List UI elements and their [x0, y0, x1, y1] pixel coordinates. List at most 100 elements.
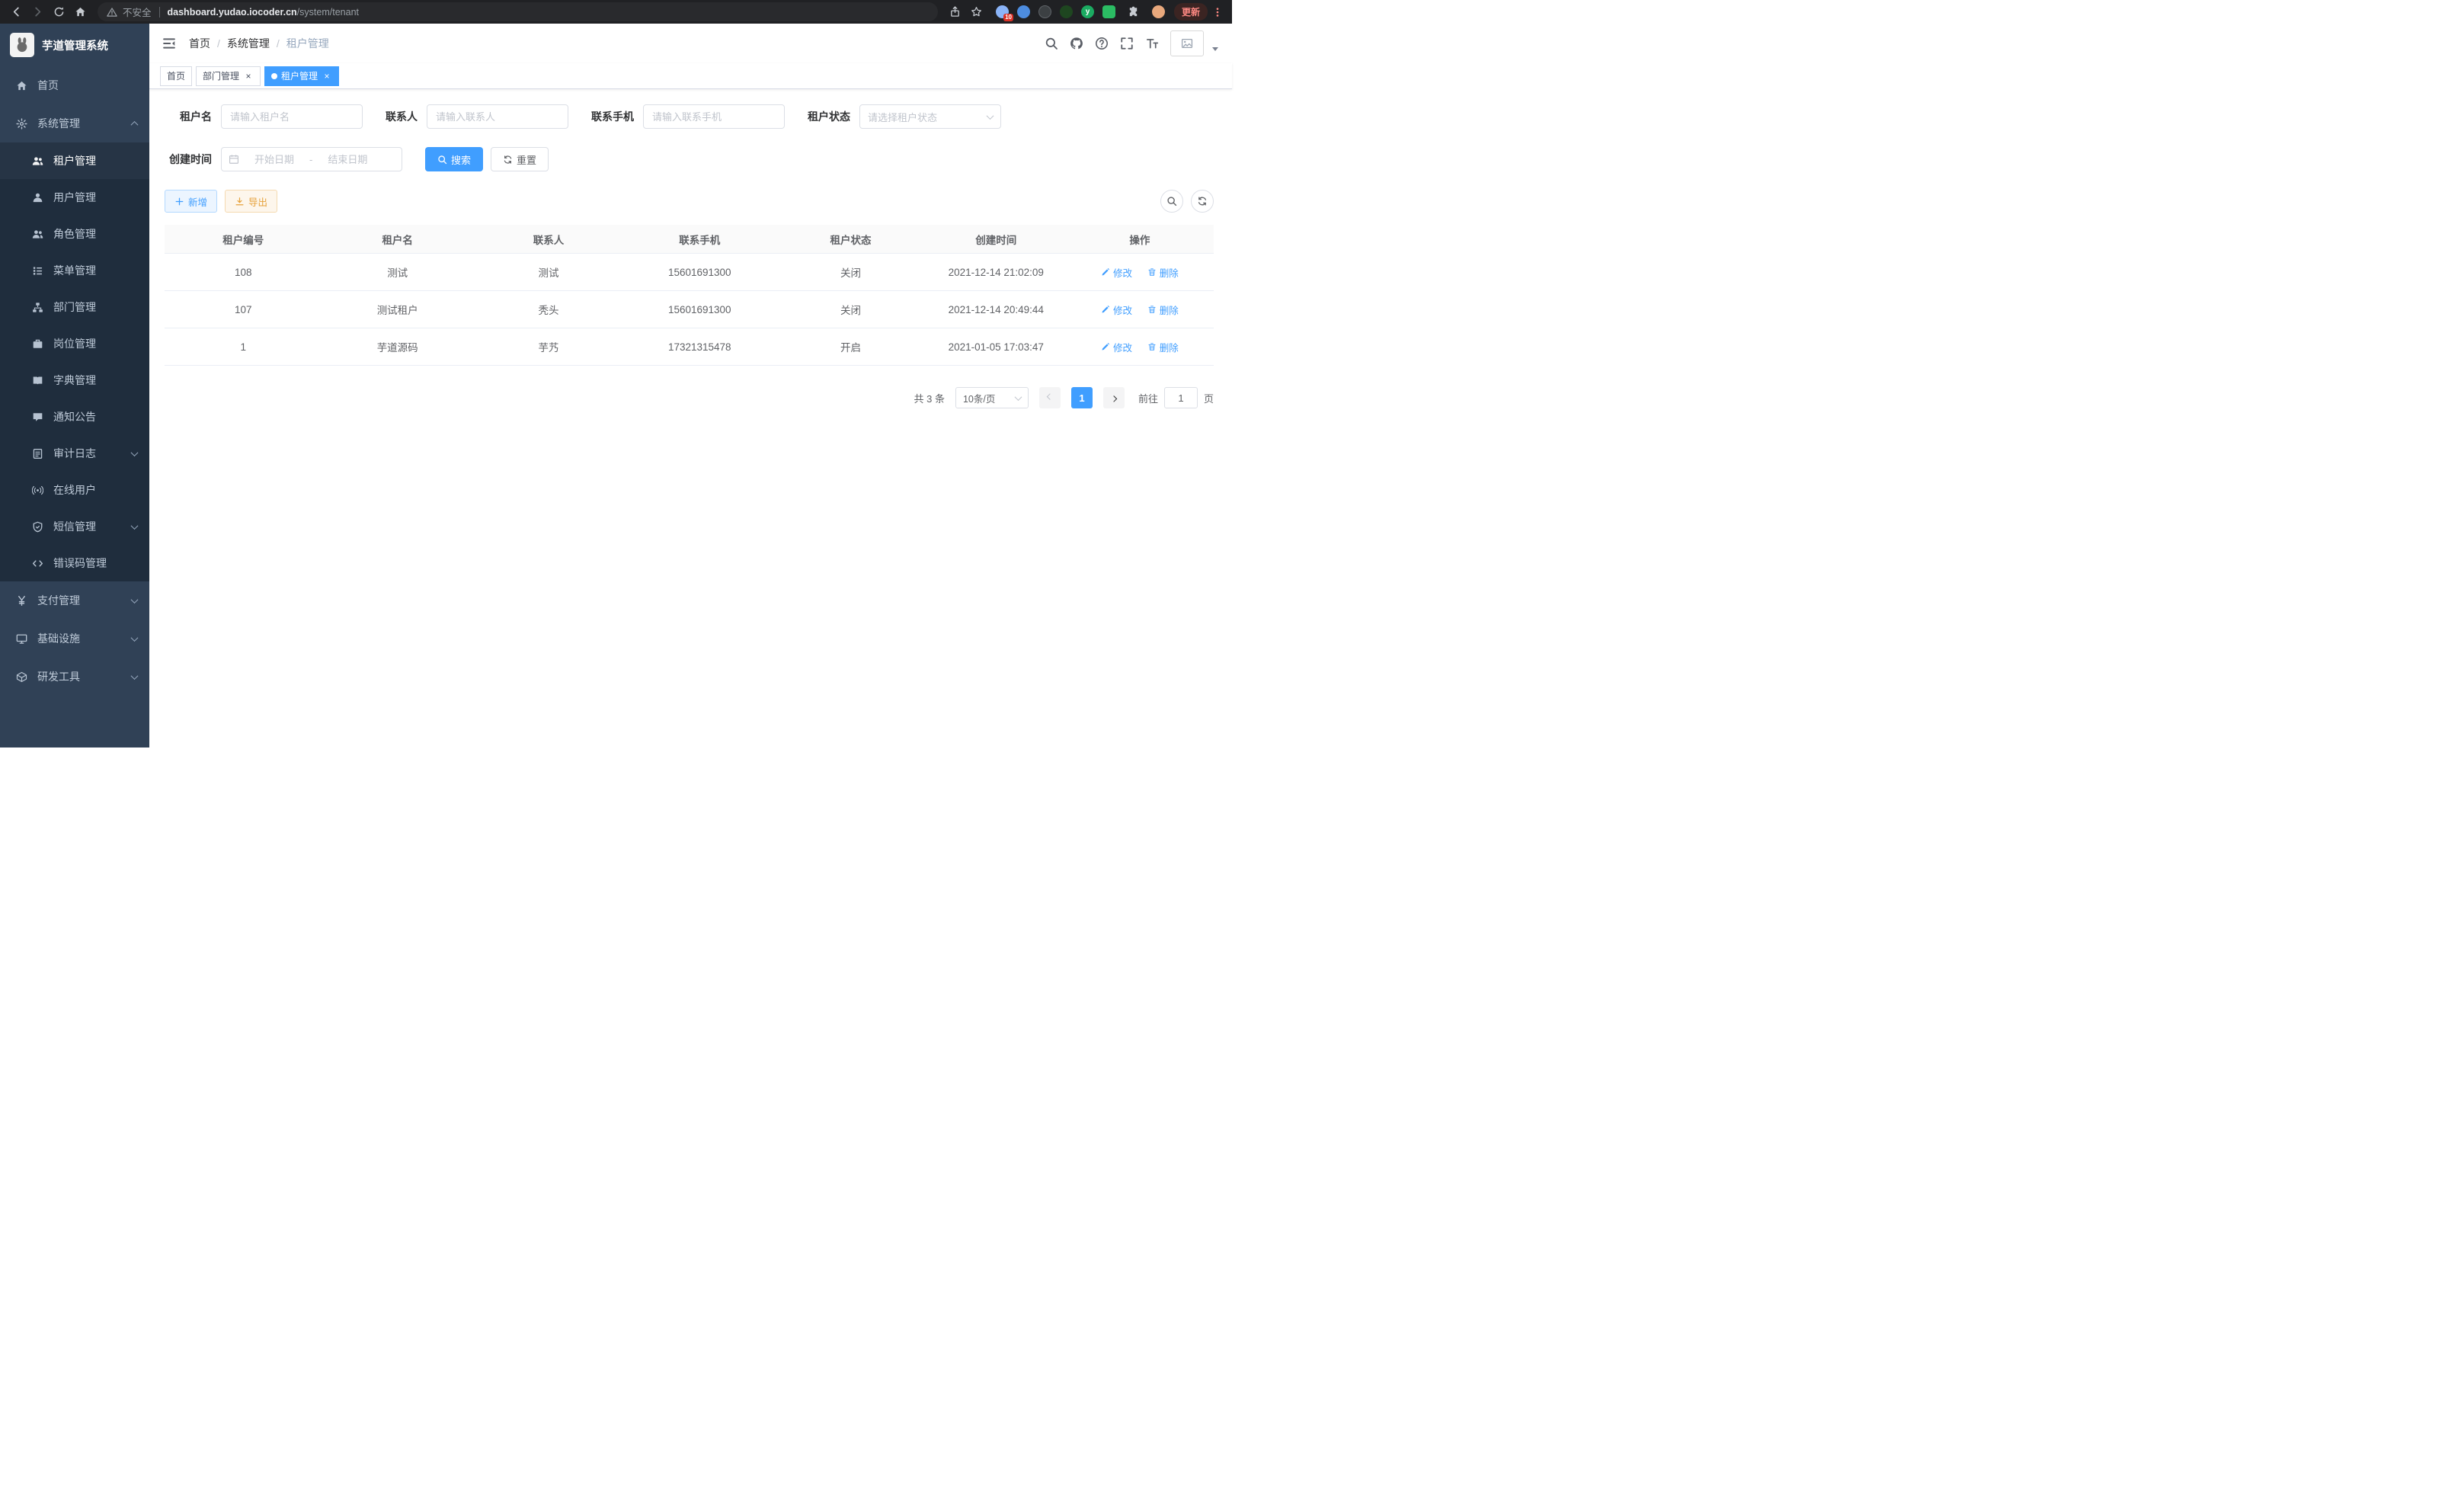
close-icon[interactable]: [243, 71, 254, 82]
page-size-select[interactable]: 10条/页: [955, 387, 1029, 408]
mobile-input[interactable]: [643, 104, 785, 129]
extension-pinned-icon[interactable]: 10: [996, 5, 1009, 18]
mobile-label: 联系手机: [591, 109, 634, 124]
tab-dept[interactable]: 部门管理: [196, 66, 261, 86]
contact-input[interactable]: [427, 104, 568, 129]
extension-darkgreen-icon[interactable]: [1060, 5, 1073, 18]
font-size-icon[interactable]: [1145, 37, 1159, 50]
breadcrumb-home[interactable]: 首页: [189, 36, 210, 51]
edit-link[interactable]: 修改: [1101, 340, 1132, 354]
sidebar-item-sms[interactable]: 短信管理: [0, 508, 149, 545]
current-page-button[interactable]: 1: [1071, 387, 1093, 408]
tenant-name-input[interactable]: [221, 104, 363, 129]
status-cell: 关闭: [775, 264, 926, 280]
delete-link[interactable]: 删除: [1147, 340, 1179, 354]
breadcrumb-system[interactable]: 系统管理: [227, 36, 270, 51]
sidebar-item-notice[interactable]: 通知公告: [0, 399, 149, 435]
contact-cell: 秃头: [473, 302, 624, 317]
actions-cell: 修改 删除: [1066, 265, 1214, 280]
tenant-name-cell: 测试租户: [322, 302, 473, 317]
tab-tenant[interactable]: 租户管理: [264, 66, 339, 86]
chevron-down-icon: [131, 672, 139, 680]
sidebar-item-dept[interactable]: 部门管理: [0, 289, 149, 325]
edit-link[interactable]: 修改: [1101, 265, 1132, 280]
user-avatar[interactable]: [1170, 30, 1204, 56]
sidebar-item-system[interactable]: 系统管理: [0, 104, 149, 142]
header-search-icon[interactable]: [1045, 37, 1058, 50]
sidebar-item-user[interactable]: 用户管理: [0, 179, 149, 216]
security-label: 不安全: [123, 5, 152, 19]
bookmark-star-button[interactable]: [967, 2, 987, 22]
profile-avatar-icon[interactable]: [1152, 5, 1165, 18]
add-button[interactable]: 新增: [165, 190, 217, 213]
extension-green-letter-icon[interactable]: y: [1081, 5, 1094, 18]
sidebar-item-payment[interactable]: 支付管理: [0, 581, 149, 619]
app-logo[interactable]: 芋道管理系统: [0, 24, 149, 66]
reset-button[interactable]: 重置: [491, 147, 549, 171]
end-date-input[interactable]: [315, 154, 379, 165]
browser-reload-button[interactable]: [49, 2, 69, 22]
share-button[interactable]: [946, 2, 965, 22]
sidebar-item-dict[interactable]: 字典管理: [0, 362, 149, 399]
delete-link[interactable]: 删除: [1147, 303, 1179, 317]
gear-icon: [16, 118, 27, 130]
refresh-table-button[interactable]: [1191, 190, 1214, 213]
help-icon[interactable]: [1095, 37, 1109, 50]
tenant-name-cell: 芋道源码: [322, 339, 473, 354]
total-count: 共 3 条: [914, 391, 945, 405]
address-bar[interactable]: 不安全 dashboard.yudao.iocoder.cn/system/te…: [98, 2, 938, 21]
chevron-down-icon: [1015, 393, 1022, 401]
sidebar-item-tenant[interactable]: 租户管理: [0, 142, 149, 179]
chevron-down-icon: [987, 112, 994, 120]
fullscreen-icon[interactable]: [1120, 37, 1134, 50]
extensions-puzzle-icon[interactable]: [1124, 2, 1144, 22]
chrome-update-button[interactable]: 更新: [1174, 3, 1208, 21]
sidebar-item-role[interactable]: 角色管理: [0, 216, 149, 252]
tenant-name-cell: 测试: [322, 264, 473, 280]
sidebar-item-dev-tools[interactable]: 研发工具: [0, 658, 149, 696]
browser-menu-kebab-icon[interactable]: [1209, 4, 1226, 21]
book-icon: [32, 375, 43, 386]
tenant-id-cell: 1: [165, 341, 322, 353]
sidebar-item-audit-log[interactable]: 审计日志: [0, 435, 149, 472]
plus-icon: [174, 197, 184, 206]
export-button[interactable]: 导出: [225, 190, 277, 213]
sidebar-item-home[interactable]: 首页: [0, 66, 149, 104]
box-icon: [16, 671, 27, 683]
status-select[interactable]: 请选择租户状态: [859, 104, 1001, 129]
extension-dark-icon[interactable]: [1038, 5, 1051, 18]
github-icon[interactable]: [1070, 37, 1083, 50]
chevron-down-icon: [131, 596, 139, 603]
prev-page-button[interactable]: [1039, 387, 1061, 408]
sidebar-item-infrastructure[interactable]: 基础设施: [0, 619, 149, 658]
search-button[interactable]: 搜索: [425, 147, 483, 171]
browser-forward-button[interactable]: [27, 2, 47, 22]
chevron-right-icon: [1111, 395, 1117, 402]
tab-home[interactable]: 首页: [160, 66, 192, 86]
extension-green-square-icon[interactable]: [1102, 5, 1115, 18]
browser-back-button[interactable]: [6, 2, 26, 22]
next-page-button[interactable]: [1103, 387, 1125, 408]
sidebar-toggle-hamburger-icon[interactable]: [162, 36, 177, 51]
delete-link[interactable]: 删除: [1147, 265, 1179, 280]
sidebar-item-menu[interactable]: 菜单管理: [0, 252, 149, 289]
goto-page-input[interactable]: [1164, 387, 1198, 408]
start-date-input[interactable]: [242, 154, 306, 165]
edit-link[interactable]: 修改: [1101, 303, 1132, 317]
close-icon[interactable]: [322, 71, 332, 82]
toggle-search-button[interactable]: [1160, 190, 1183, 213]
extension-blue-icon[interactable]: [1017, 5, 1030, 18]
sidebar-item-post[interactable]: 岗位管理: [0, 325, 149, 362]
filter-row-2: 创建时间 - 搜索 重置: [165, 147, 1214, 171]
avatar-dropdown-caret-icon[interactable]: [1212, 47, 1218, 51]
date-separator: -: [309, 154, 312, 165]
sidebar-item-error-code[interactable]: 错误码管理: [0, 545, 149, 581]
sidebar-item-online-users[interactable]: 在线用户: [0, 472, 149, 508]
sidebar-menu: 首页 系统管理 租户管理 用户管理 角色管理: [0, 66, 149, 696]
create-time-range-picker[interactable]: -: [221, 147, 402, 171]
list-icon: [32, 265, 43, 277]
people-icon: [32, 229, 43, 240]
document-icon: [32, 448, 43, 459]
chevron-up-icon: [131, 120, 139, 128]
browser-home-button[interactable]: [70, 2, 90, 22]
